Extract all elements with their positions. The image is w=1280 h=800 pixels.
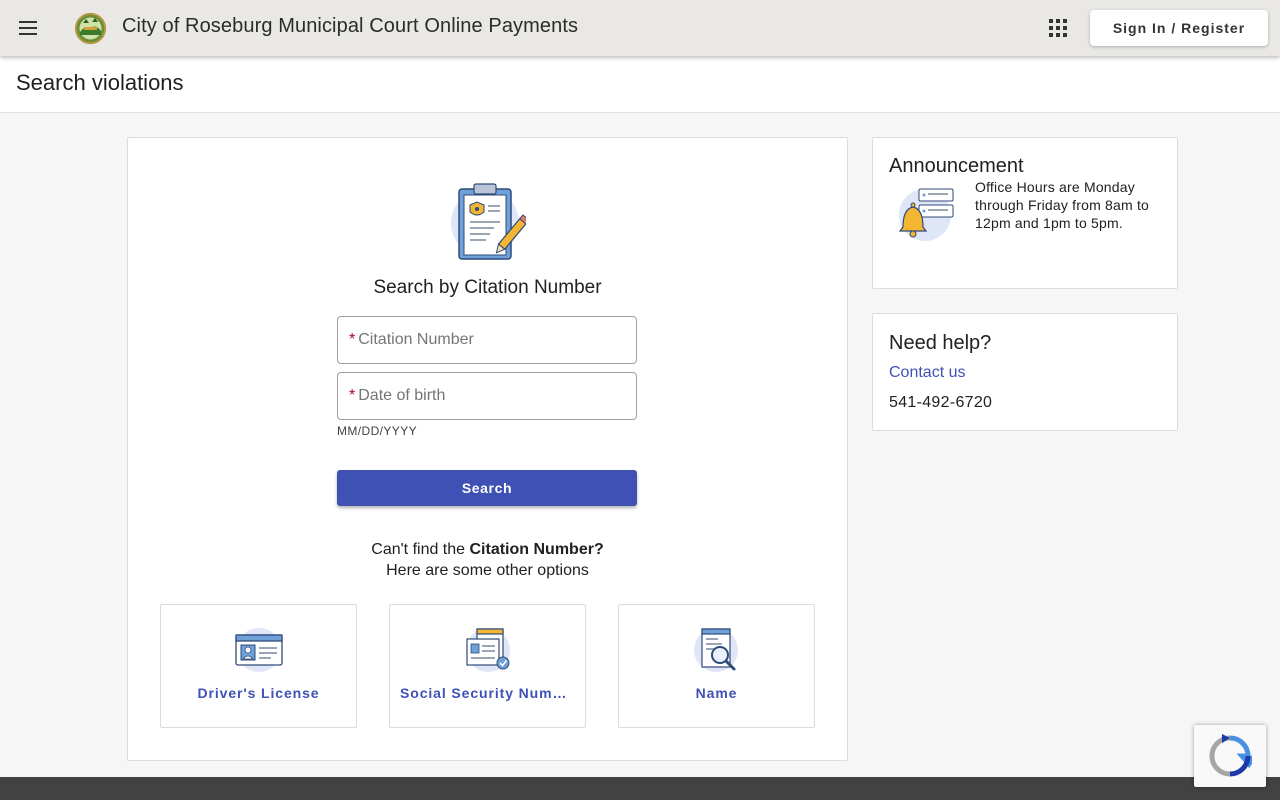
page-header: Search violations <box>0 56 1280 113</box>
help-title: Need help? <box>889 332 992 354</box>
sign-in-register-button[interactable]: Sign In / Register <box>1090 10 1268 46</box>
required-marker: * <box>349 331 356 348</box>
date-format-hint: MM/DD/YYYY <box>337 424 418 438</box>
search-card: Search by Citation Number * Citation Num… <box>127 137 848 761</box>
help-phone-number: 541-492-6720 <box>889 394 993 411</box>
help-card: Need help? Contact us 541-492-6720 <box>872 313 1178 431</box>
ssn-document-icon <box>463 627 513 673</box>
city-logo <box>75 13 106 44</box>
option-label: Social Security Number <box>400 685 575 701</box>
citation-number-field[interactable]: * Citation Number <box>337 316 637 364</box>
cant-find-prefix: Can't find the <box>371 541 470 558</box>
contact-us-link[interactable]: Contact us <box>889 364 965 382</box>
cant-find-line2: Here are some other options <box>386 562 589 579</box>
citation-number-placeholder: Citation Number <box>358 331 474 348</box>
announcement-text: Office Hours are Monday through Friday f… <box>975 179 1150 231</box>
apps-grid-icon[interactable] <box>1044 14 1072 42</box>
clipboard-icon <box>450 181 530 265</box>
app-bar: City of Roseburg Municipal Court Online … <box>0 0 1280 56</box>
other-options-text: Can't find the Citation Number? Here are… <box>128 539 847 581</box>
recaptcha-icon <box>1209 734 1252 777</box>
page-title: Search violations <box>16 70 184 95</box>
document-search-icon <box>692 627 742 673</box>
menu-icon[interactable] <box>12 12 44 44</box>
option-drivers-license[interactable]: Driver's License <box>160 604 357 728</box>
footer-bar <box>0 777 1280 800</box>
app-title: City of Roseburg Municipal Court Online … <box>122 15 579 37</box>
search-heading: Search by Citation Number <box>373 277 602 298</box>
recaptcha-badge[interactable] <box>1194 725 1266 787</box>
search-button[interactable]: Search <box>337 470 637 506</box>
option-name[interactable]: Name <box>618 604 815 728</box>
required-marker: * <box>349 387 356 404</box>
bell-announcement-icon <box>893 185 957 243</box>
id-card-icon <box>234 627 284 673</box>
announcement-card: Announcement Office Hours are Monday thr… <box>872 137 1178 289</box>
date-of-birth-placeholder: Date of birth <box>358 387 446 404</box>
option-label: Driver's License <box>197 685 320 701</box>
announcement-title: Announcement <box>889 155 1024 177</box>
option-social-security-number[interactable]: Social Security Number <box>389 604 586 728</box>
option-label: Name <box>695 685 738 701</box>
cant-find-bold: Citation Number? <box>469 541 604 558</box>
date-of-birth-field[interactable]: * Date of birth <box>337 372 637 420</box>
